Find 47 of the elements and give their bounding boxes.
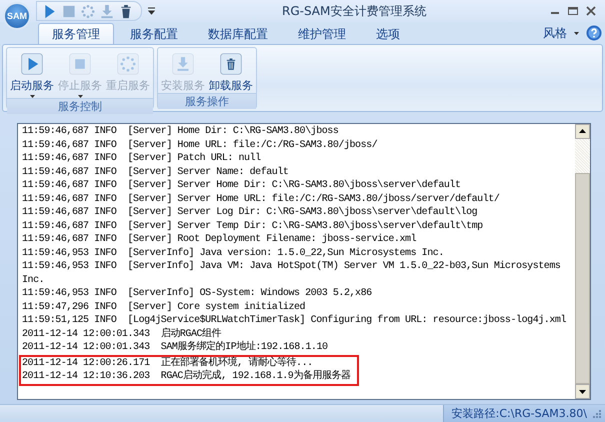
log-line: 11:59:46,687 INFO [Server] Server Home URL: file:/C:/RG-SAM3.80/jboss/server/default/ bbox=[22, 192, 500, 206]
log-line: 11:59:46,687 INFO [Server] Server Log Dir: C:\RG-SAM3.80\jboss\server\default\log bbox=[22, 206, 478, 220]
log-line: 2011-12-14 12:00:01.343 SAM服务绑定的IP地址:192.168.1.10 bbox=[22, 341, 329, 354]
ribbon-button[interactable]: 启动服务 bbox=[9, 50, 55, 98]
group-title: 服务控制 bbox=[7, 98, 153, 114]
log-line: 2011-12-14 12:00:26.171 正在部署备机环境, 请耐心等待... bbox=[22, 356, 314, 370]
download-icon bbox=[172, 53, 194, 75]
caret-icon[interactable] bbox=[148, 7, 155, 15]
play-icon bbox=[21, 53, 43, 75]
log-line: 11:59:51,125 INFO [Log4jService$URLWatchTimerTask] Configuring from URL: resource:jboss-log4j.xml bbox=[22, 314, 567, 328]
stop-icon bbox=[69, 53, 91, 75]
ribbon-button[interactable]: 卸载服务 bbox=[208, 50, 254, 93]
help-icon[interactable] bbox=[586, 25, 602, 41]
scrollbar[interactable] bbox=[575, 124, 590, 399]
ribbon-tab[interactable]: 服务配置 bbox=[116, 23, 192, 44]
log-line: 11:59:46,687 INFO [Server] Server Home Dir: C:\RG-SAM3.80\jboss\server\default bbox=[22, 179, 462, 192]
resize-grip-icon[interactable] bbox=[593, 410, 601, 418]
ribbon-tab[interactable]: 服务管理 bbox=[38, 23, 114, 44]
install-path-text: 安装路径:C:\RG-SAM3.80\ bbox=[452, 406, 587, 421]
log-line: 11:59:46,687 INFO [Server] Home URL: file:/C:/RG-SAM3.80/jboss/ bbox=[22, 138, 378, 152]
log-line: Inc. bbox=[22, 274, 46, 287]
ribbon-tab[interactable]: 选项 bbox=[362, 23, 414, 44]
group-title: 服务操作 bbox=[158, 93, 256, 109]
log-line: 2011-12-14 12:10:36.203 RGAC启动完成, 192.168.1.9为备用服务器 bbox=[22, 370, 351, 384]
close-icon[interactable] bbox=[585, 5, 597, 17]
ribbon-tab[interactable]: 维护管理 bbox=[284, 23, 360, 44]
log-line: 2011-12-14 12:00:01.343 启动RGAC组件 bbox=[22, 328, 222, 340]
spinner-icon bbox=[117, 53, 139, 75]
trash-icon[interactable] bbox=[119, 4, 133, 18]
scroll-up-icon[interactable] bbox=[575, 124, 590, 139]
window-title: RG-SAM安全计费管理系统 bbox=[282, 2, 426, 20]
log-line: 11:59:47,296 INFO [Server] Core system initialized bbox=[22, 300, 306, 314]
log-line: 11:59:46,687 INFO [Server] Patch URL: null bbox=[22, 152, 262, 166]
play-icon[interactable] bbox=[43, 4, 57, 18]
log-line: 11:59:46,687 INFO [Server] Server Temp Dir: C:\RG-SAM3.80\jboss\server\default\tmp bbox=[22, 220, 484, 233]
caret-icon[interactable] bbox=[574, 32, 579, 34]
ribbon-tab[interactable]: 数据库配置 bbox=[194, 23, 282, 44]
log-line: 11:59:46,687 INFO [Server] Server Name: default bbox=[22, 166, 290, 179]
style-menu[interactable]: 风格 bbox=[543, 24, 567, 42]
log-line: 11:59:46,953 INFO [ServerInfo] Java version: 1.5.0_22,Sun Microsystems Inc. bbox=[22, 246, 445, 260]
scroll-down-icon[interactable] bbox=[575, 384, 590, 399]
log-line: 11:59:46,953 INFO [ServerInfo] OS-System: Windows 2003 5.2,x86 bbox=[22, 287, 373, 300]
log-line: 11:59:46,687 INFO [Server] Root Deployment Filename: jboss-service.xml bbox=[22, 233, 418, 246]
maximize-icon[interactable] bbox=[567, 5, 579, 17]
log-line: 11:59:46,953 INFO [ServerInfo] Java VM: Java HotSpot(TM) Server VM 1.5.0_22-b03,Sun Microsystems bbox=[22, 260, 562, 274]
trash-icon bbox=[220, 53, 242, 75]
log-line: 11:59:46,687 INFO [Server] Home Dir: C:\RG-SAM3.80\jboss bbox=[22, 125, 340, 138]
